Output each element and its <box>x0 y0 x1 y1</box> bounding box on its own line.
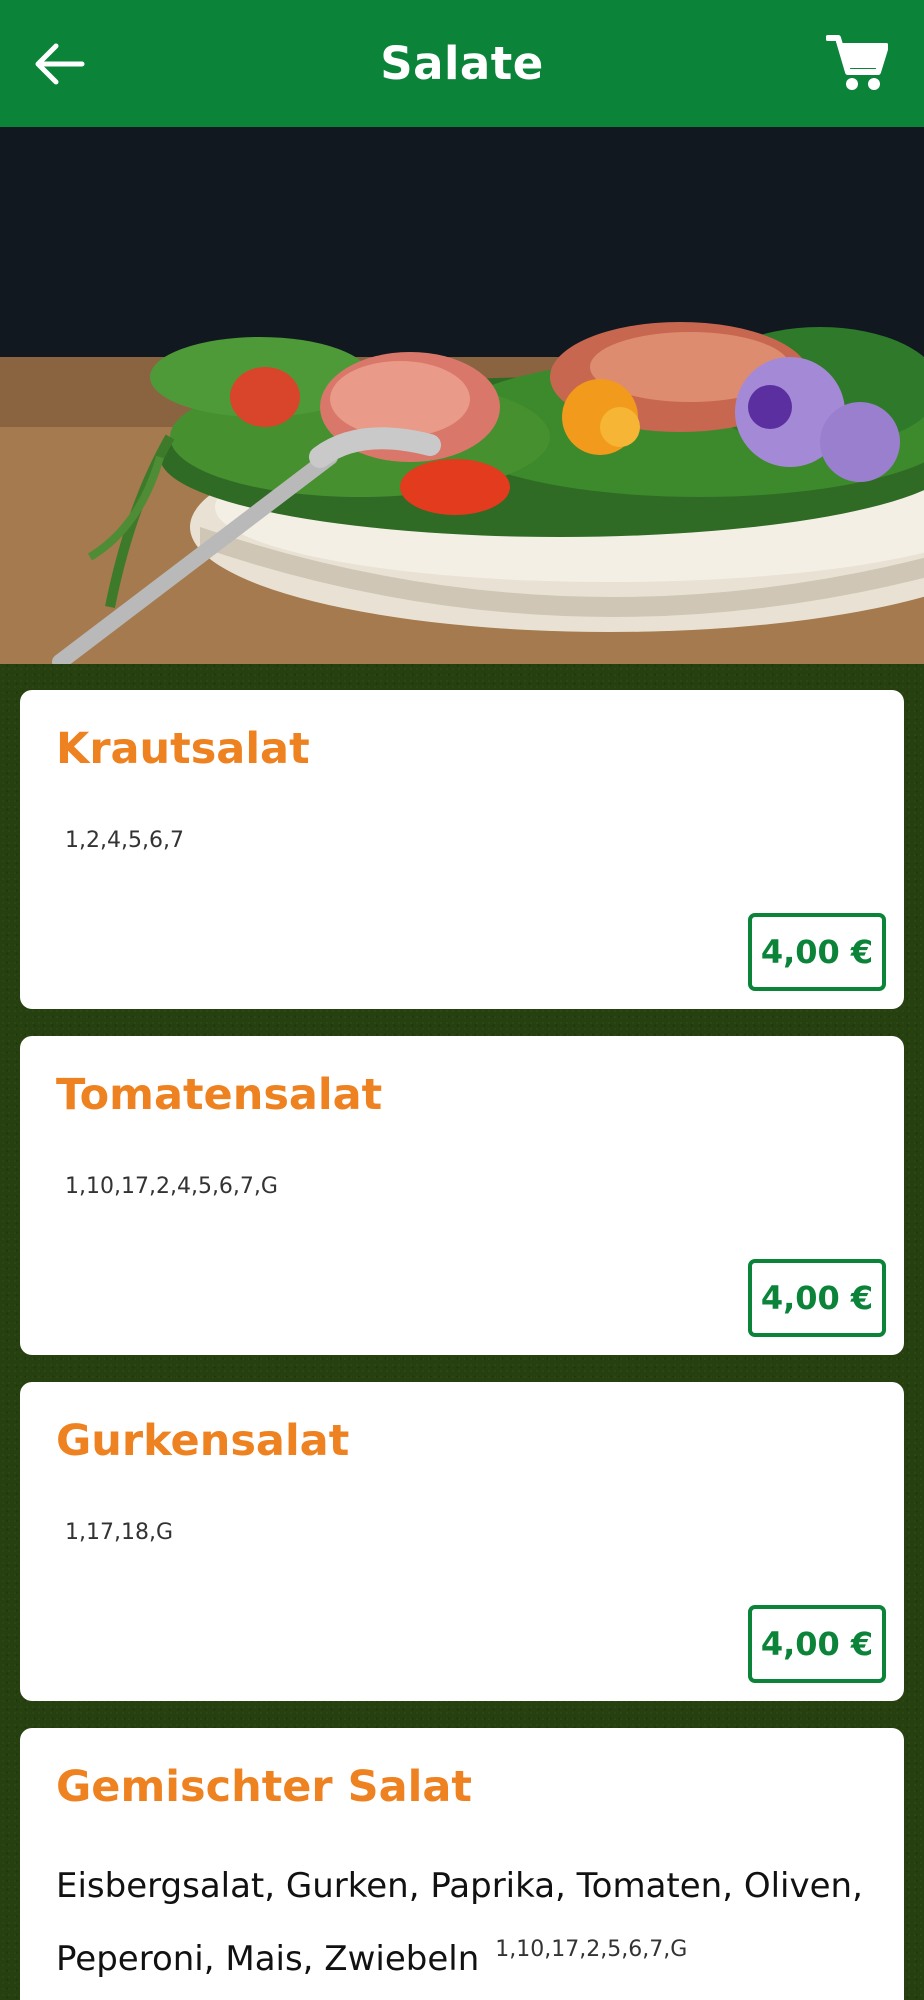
product-description: Eisbergsalat, Gurken, Paprika, Tomaten, … <box>56 1854 876 1991</box>
allergen-codes: 1,10,17,2,5,6,7,G <box>495 1937 688 1962</box>
salad-plate-image <box>0 127 924 664</box>
hero-image <box>0 127 924 664</box>
shopping-cart-icon <box>825 35 889 90</box>
back-button[interactable] <box>30 34 90 94</box>
allergen-codes: 1,2,4,5,6,7 <box>65 828 184 853</box>
price-button[interactable]: 4,00 € <box>748 913 886 991</box>
product-name: Gemischter Salat <box>56 1762 472 1812</box>
product-card-krautsalat[interactable]: Krautsalat 1,2,4,5,6,7 4,00 € <box>20 690 904 1009</box>
product-name: Tomatensalat <box>56 1070 383 1120</box>
description-text: Eisbergsalat, Gurken, Paprika, Tomaten, … <box>56 1866 863 1979</box>
product-name: Gurkensalat <box>56 1416 350 1466</box>
product-card-gurkensalat[interactable]: Gurkensalat 1,17,18,G 4,00 € <box>20 1382 904 1701</box>
cart-button[interactable] <box>825 32 889 94</box>
product-name: Krautsalat <box>56 724 310 774</box>
arrow-left-icon <box>35 43 85 85</box>
product-card-gemischter-salat[interactable]: Gemischter Salat Eisbergsalat, Gurken, P… <box>20 1728 904 2000</box>
allergen-codes: 1,10,17,2,4,5,6,7,G <box>65 1174 278 1199</box>
allergen-codes: 1,17,18,G <box>65 1520 174 1545</box>
page-title: Salate <box>380 37 544 90</box>
price-button[interactable]: 4,00 € <box>748 1605 886 1683</box>
price-button[interactable]: 4,00 € <box>748 1259 886 1337</box>
product-card-tomatensalat[interactable]: Tomatensalat 1,10,17,2,4,5,6,7,G 4,00 € <box>20 1036 904 1355</box>
app-bar: Salate <box>0 0 924 127</box>
